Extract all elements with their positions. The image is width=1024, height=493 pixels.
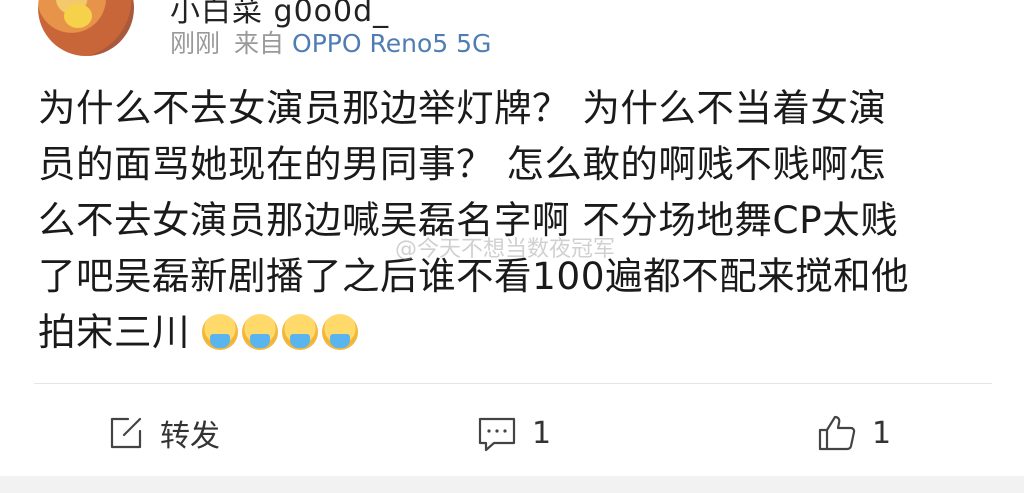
crying-emoji-icon	[202, 314, 239, 350]
post-time: 刚刚	[170, 29, 221, 58]
content-text: 拍宋三川	[38, 310, 190, 354]
avatar[interactable]	[38, 0, 134, 56]
comment-count: 1	[532, 415, 552, 451]
content-line-last: 拍宋三川	[38, 304, 988, 360]
post-content: 为什么不去女演员那边举灯牌？ 为什么不当着女演 员的面骂她现在的男同事？ 怎么敢…	[38, 80, 988, 360]
repost-button[interactable]: 转发	[106, 408, 220, 458]
footer-bar	[0, 476, 1024, 493]
crying-emoji-icon	[242, 314, 279, 350]
content-line: 为什么不去女演员那边举灯牌？ 为什么不当着女演	[38, 86, 887, 130]
avatar-emoji-face	[64, 4, 92, 28]
like-count: 1	[872, 415, 892, 451]
watermark: @今天不想当数夜冠军	[395, 237, 616, 262]
post-meta: 刚刚 来自 OPPO Reno5 5G	[170, 24, 491, 60]
post-source[interactable]: OPPO Reno5 5G	[292, 29, 491, 58]
comment-button[interactable]: 1	[476, 408, 551, 458]
from-label: 来自	[234, 29, 285, 58]
crying-emoji-icon	[282, 314, 319, 350]
comment-icon	[476, 413, 518, 453]
like-button[interactable]: 1	[816, 408, 891, 458]
share-icon	[106, 413, 146, 453]
content-line: 员的面骂她现在的男同事？ 怎么敢的啊贱不贱啊怎	[38, 142, 887, 186]
crying-emoji-icon	[322, 314, 359, 350]
divider	[34, 383, 992, 384]
thumbs-up-icon	[816, 412, 858, 454]
repost-label: 转发	[160, 419, 220, 454]
